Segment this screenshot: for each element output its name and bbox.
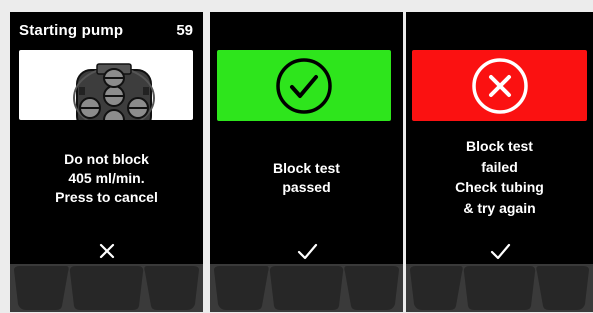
- message-line: 405 ml/min.: [68, 170, 145, 186]
- result-message: Block test failed Check tubing & try aga…: [406, 136, 593, 218]
- softkey-bar: [10, 264, 203, 312]
- pump-head-icon: [73, 63, 155, 120]
- softkey-center[interactable]: [69, 266, 144, 310]
- check-icon[interactable]: [296, 240, 318, 262]
- message-line: Press to cancel: [55, 189, 158, 205]
- softkey-right[interactable]: [536, 266, 589, 310]
- softkey-right[interactable]: [144, 266, 199, 310]
- result-message: Block test passed: [210, 159, 403, 197]
- message-line: & try again: [463, 199, 536, 216]
- message-line: passed: [282, 179, 331, 195]
- softkey-left[interactable]: [410, 266, 463, 310]
- countdown-counter: 59: [176, 22, 193, 39]
- check-circle-icon: [276, 57, 332, 114]
- softkey-left[interactable]: [214, 266, 269, 310]
- instruction-message: Do not block 405 ml/min. Press to cancel: [10, 150, 203, 207]
- pump-screens: Starting pump 59 Do not block 405 ml/min…: [0, 0, 593, 313]
- screen-block-test-failed: Block test failed Check tubing & try aga…: [406, 12, 593, 312]
- softkey-center[interactable]: [463, 266, 536, 310]
- screen-title: Starting pump: [19, 22, 124, 39]
- pump-image: [19, 50, 193, 120]
- message-line: Do not block: [64, 151, 149, 167]
- softkey-bar: [406, 264, 593, 312]
- screen-block-test-passed: Block test passed: [210, 12, 403, 312]
- close-icon[interactable]: [96, 240, 118, 262]
- status-banner-failed: [412, 50, 587, 121]
- screen-starting-pump: Starting pump 59 Do not block 405 ml/min…: [10, 12, 203, 312]
- message-line: Check tubing: [455, 179, 544, 195]
- status-banner-passed: [217, 50, 391, 121]
- check-icon[interactable]: [489, 240, 511, 262]
- x-circle-icon: [471, 57, 528, 114]
- message-line: Block test: [466, 138, 533, 154]
- softkey-right[interactable]: [344, 266, 399, 310]
- message-line: Block test: [273, 160, 340, 176]
- softkey-center[interactable]: [269, 266, 344, 310]
- message-line: failed: [481, 158, 518, 175]
- softkey-bar: [210, 264, 403, 312]
- softkey-left[interactable]: [14, 266, 69, 310]
